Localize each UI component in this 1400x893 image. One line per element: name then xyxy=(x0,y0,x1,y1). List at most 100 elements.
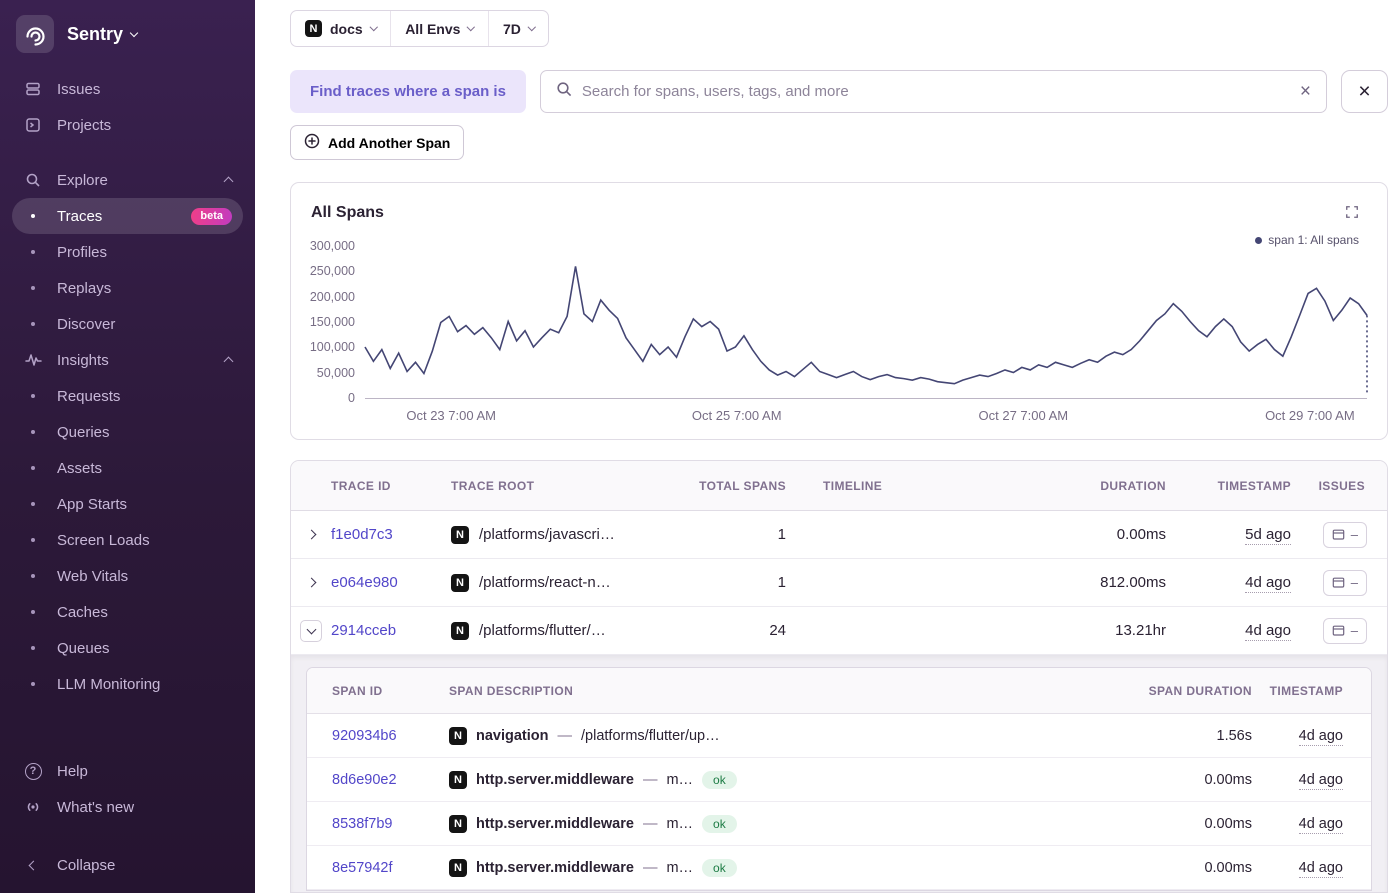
sidebar-item-projects[interactable]: Projects xyxy=(12,107,243,143)
sidebar-item-help[interactable]: ? Help xyxy=(12,753,243,789)
issues-button[interactable]: – xyxy=(1323,570,1367,596)
timestamp-value[interactable]: 4d ago xyxy=(1299,728,1343,746)
sidebar-item-screen-loads[interactable]: Screen Loads xyxy=(12,522,243,558)
bullet-icon xyxy=(23,610,43,614)
col-trace-root: TRACE ROOT xyxy=(451,479,696,493)
y-tick-label: 150,000 xyxy=(310,315,355,329)
x-tick-label: Oct 23 7:00 AM xyxy=(406,408,496,423)
sidebar-item-replays[interactable]: Replays xyxy=(12,270,243,306)
span-duration-value: 0.00ms xyxy=(1072,860,1252,876)
sidebar-item-label: Profiles xyxy=(57,244,107,261)
timestamp-value[interactable]: 4d ago xyxy=(1245,574,1291,593)
chart-title: All Spans xyxy=(311,204,384,222)
add-another-span-label: Add Another Span xyxy=(328,135,450,151)
sidebar-item-whats-new[interactable]: What's new xyxy=(12,789,243,825)
sidebar-item-queues[interactable]: Queues xyxy=(12,630,243,666)
environment-selector[interactable]: All Envs xyxy=(390,11,488,46)
table-row: f1e0d7c3 N /platforms/javascri… 1 0.00ms… xyxy=(291,511,1387,559)
sidebar-item-web-vitals[interactable]: Web Vitals xyxy=(12,558,243,594)
sidebar-item-requests[interactable]: Requests xyxy=(12,378,243,414)
page-filter-bar: N docs All Envs 7D xyxy=(290,10,549,47)
issues-count: – xyxy=(1351,623,1358,638)
sidebar-item-insights[interactable]: Insights xyxy=(12,342,243,378)
separator: — xyxy=(558,728,573,744)
span-search-box[interactable]: × xyxy=(540,70,1327,113)
platform-icon: N xyxy=(449,859,467,877)
collapse-row-button[interactable] xyxy=(291,620,331,642)
clear-search-icon[interactable]: × xyxy=(1300,82,1311,101)
timestamp-value[interactable]: 4d ago xyxy=(1299,772,1343,790)
sidebar-item-label: Queues xyxy=(57,640,110,657)
org-switcher[interactable]: Sentry xyxy=(0,0,255,65)
sidebar-item-traces[interactable]: Traces beta xyxy=(12,198,243,234)
span-id-link[interactable]: 8e57942f xyxy=(307,860,427,876)
sidebar-item-discover[interactable]: Discover xyxy=(12,306,243,342)
platform-icon: N xyxy=(449,815,467,833)
timestamp-value[interactable]: 5d ago xyxy=(1245,526,1291,545)
sidebar-item-assets[interactable]: Assets xyxy=(12,450,243,486)
x-tick-label: Oct 29 7:00 AM xyxy=(1265,408,1355,423)
separator: — xyxy=(643,772,658,788)
remove-span-filter-button[interactable]: × xyxy=(1341,70,1388,113)
span-duration-value: 1.56s xyxy=(1072,728,1252,744)
sidebar-item-queries[interactable]: Queries xyxy=(12,414,243,450)
sidebar-item-caches[interactable]: Caches xyxy=(12,594,243,630)
trace-id-link[interactable]: 2914cceb xyxy=(331,622,451,639)
span-id-link[interactable]: 920934b6 xyxy=(307,728,427,744)
trace-id-link[interactable]: e064e980 xyxy=(331,574,451,591)
sidebar-item-label: Insights xyxy=(57,352,109,369)
timestamp-value[interactable]: 4d ago xyxy=(1299,860,1343,878)
chevron-down-icon xyxy=(467,23,475,31)
date-range-selector[interactable]: 7D xyxy=(488,11,548,46)
timestamp-value[interactable]: 4d ago xyxy=(1245,622,1291,641)
expand-row-button[interactable] xyxy=(291,579,331,586)
sidebar-item-llm-monitoring[interactable]: LLM Monitoring xyxy=(12,666,243,702)
timestamp-cell: 4d ago xyxy=(1252,728,1371,744)
span-id-link[interactable]: 8538f7b9 xyxy=(307,816,427,832)
col-duration: DURATION xyxy=(1056,479,1166,493)
issues-count: – xyxy=(1351,527,1358,542)
trace-root-cell: N /platforms/flutter/… xyxy=(451,622,696,640)
col-total-spans: TOTAL SPANS xyxy=(696,479,786,493)
col-span-timestamp: TIMESTAMP xyxy=(1252,684,1371,698)
broadcast-icon xyxy=(23,799,43,815)
x-tick-label: Oct 27 7:00 AM xyxy=(979,408,1069,423)
sidebar-item-explore[interactable]: Explore xyxy=(12,162,243,198)
sidebar-item-profiles[interactable]: Profiles xyxy=(12,234,243,270)
all-spans-chart-panel: All Spans span 1: All spans 300,000 250,… xyxy=(290,182,1388,440)
span-id-link[interactable]: 8d6e90e2 xyxy=(307,772,427,788)
trace-root-label: /platforms/flutter/… xyxy=(479,622,606,639)
span-search-input[interactable] xyxy=(582,83,1290,100)
sidebar-item-app-starts[interactable]: App Starts xyxy=(12,486,243,522)
browser-window-icon xyxy=(1332,529,1345,541)
sidebar-item-label: App Starts xyxy=(57,496,127,513)
expand-chart-icon[interactable] xyxy=(1345,205,1359,224)
environment-selector-label: All Envs xyxy=(405,21,460,37)
trace-root-cell: N /platforms/javascri… xyxy=(451,526,696,544)
chevron-up-icon[interactable] xyxy=(225,355,232,365)
trace-id-link[interactable]: f1e0d7c3 xyxy=(331,526,451,543)
bullet-icon xyxy=(23,214,43,218)
span-description: m… xyxy=(666,860,693,876)
sidebar-nav: Issues Projects Explore Traces beta xyxy=(0,65,255,702)
project-selector[interactable]: N docs xyxy=(291,11,390,46)
span-row: 8d6e90e2 N http.server.middleware — m… o… xyxy=(307,758,1371,802)
chevron-up-icon[interactable] xyxy=(225,175,232,185)
issues-count: – xyxy=(1351,575,1358,590)
add-another-span-button[interactable]: Add Another Span xyxy=(290,125,464,160)
span-description: /platforms/flutter/up… xyxy=(581,728,720,744)
expand-row-button[interactable] xyxy=(291,531,331,538)
timestamp-value[interactable]: 4d ago xyxy=(1299,816,1343,834)
sidebar-item-issues[interactable]: Issues xyxy=(12,71,243,107)
issues-button[interactable]: – xyxy=(1323,522,1367,548)
issues-button[interactable]: – xyxy=(1323,618,1367,644)
sidebar-item-label: Traces xyxy=(57,208,102,225)
bullet-icon xyxy=(23,574,43,578)
trace-root-label: /platforms/javascri… xyxy=(479,526,615,543)
sidebar-item-label: What's new xyxy=(57,799,134,816)
bullet-icon xyxy=(23,430,43,434)
project-selector-label: docs xyxy=(330,21,363,37)
sidebar-item-collapse[interactable]: Collapse xyxy=(12,847,243,883)
org-name: Sentry xyxy=(67,24,137,45)
chart-plot-area[interactable] xyxy=(365,245,1367,399)
